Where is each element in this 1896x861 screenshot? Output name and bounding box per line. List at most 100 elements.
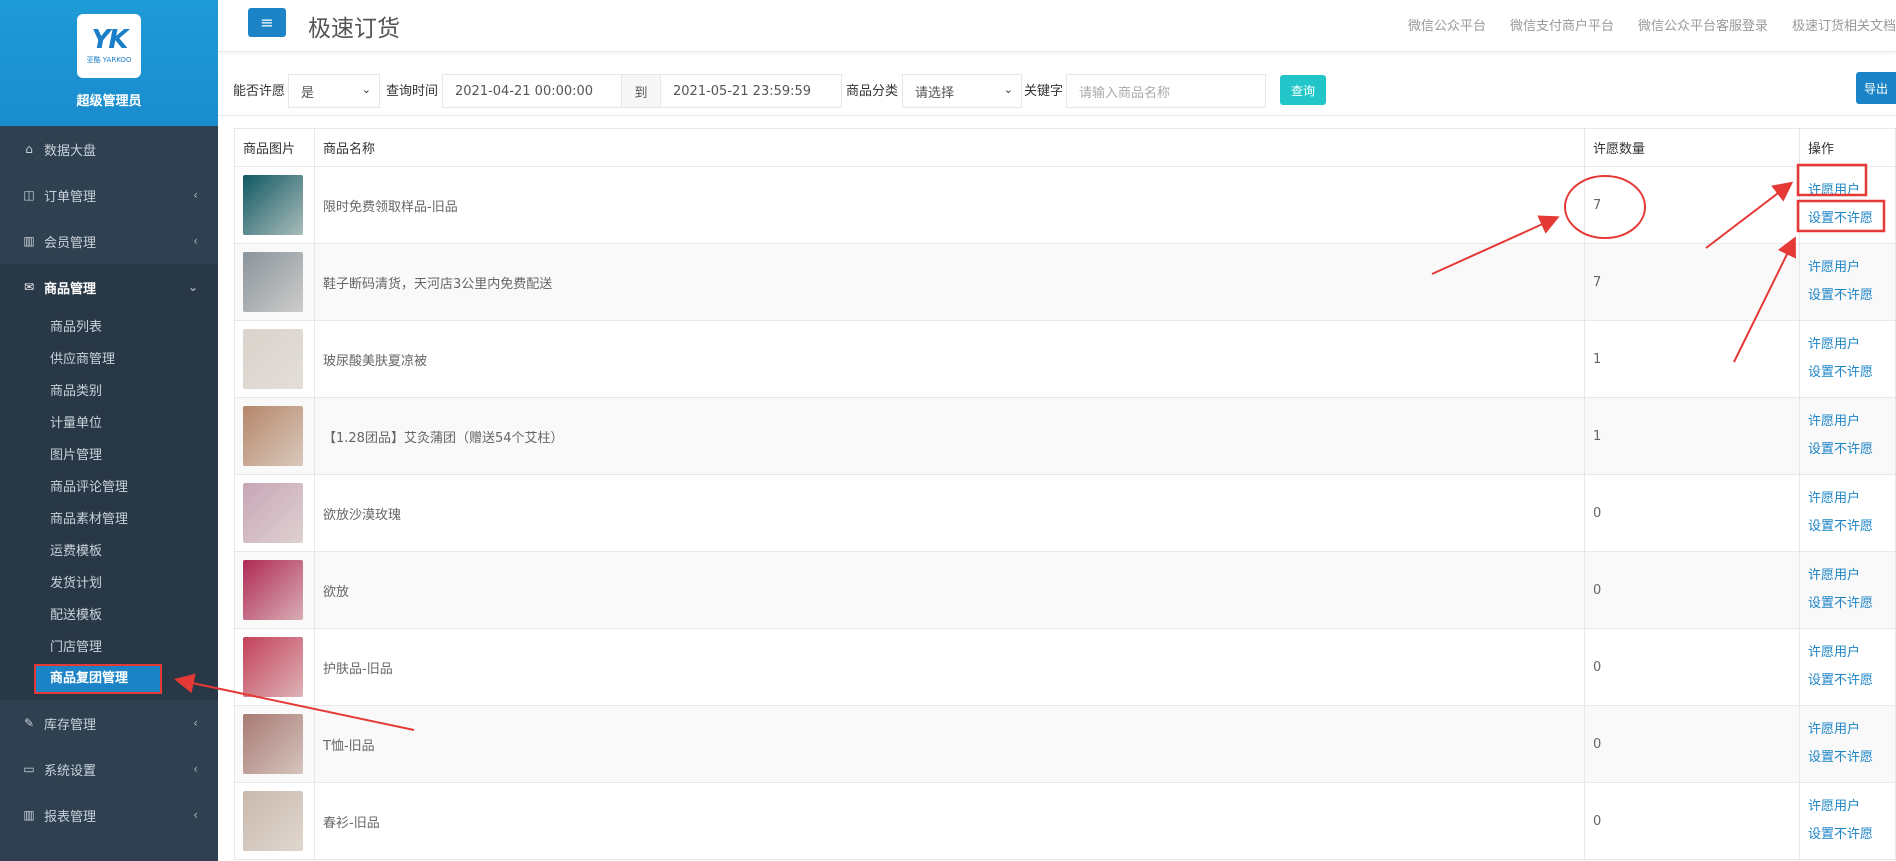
wish-users-link[interactable]: 许愿用户 bbox=[1808, 177, 1895, 205]
time-to-input[interactable]: 2021-05-21 23:59:59 bbox=[660, 74, 842, 108]
query-button[interactable]: 查询 bbox=[1280, 75, 1326, 105]
wish-count: 0 bbox=[1584, 628, 1800, 706]
disable-wish-link[interactable]: 设置不许愿 bbox=[1808, 821, 1895, 849]
sub-delivery-template[interactable]: 配送模板 bbox=[0, 600, 218, 632]
user-role: 超级管理员 bbox=[76, 94, 142, 109]
disable-wish-link[interactable]: 设置不许愿 bbox=[1808, 436, 1895, 464]
sub-reviews[interactable]: 商品评论管理 bbox=[0, 472, 218, 504]
nav-label: 报表管理 bbox=[44, 809, 97, 825]
export-button[interactable]: 导出 bbox=[1856, 72, 1896, 104]
wish-users-link[interactable]: 许愿用户 bbox=[1808, 562, 1895, 590]
wish-users-link[interactable]: 许愿用户 bbox=[1808, 331, 1895, 359]
link-wechat-platform[interactable]: 微信公众平台 bbox=[1408, 15, 1486, 34]
actions-cell: 许愿用户 设置不许愿 bbox=[1799, 551, 1896, 629]
category-label: 商品分类 bbox=[846, 84, 899, 99]
wish-users-link[interactable]: 许愿用户 bbox=[1808, 639, 1895, 667]
bar-chart-icon: ▥ bbox=[23, 234, 35, 248]
disable-wish-link[interactable]: 设置不许愿 bbox=[1808, 590, 1895, 618]
image-cell bbox=[234, 320, 315, 398]
actions-cell: 许愿用户 设置不许愿 bbox=[1799, 782, 1896, 860]
table-row: 玻尿酸美肤夏凉被 1 许愿用户 设置不许愿 bbox=[234, 320, 1896, 398]
keyword-input[interactable]: 请输入商品名称 bbox=[1066, 74, 1266, 108]
link-wechat-support[interactable]: 微信公众平台客服登录 bbox=[1638, 15, 1768, 34]
actions-cell: 许愿用户 设置不许愿 bbox=[1799, 243, 1896, 321]
disable-wish-link[interactable]: 设置不许愿 bbox=[1808, 513, 1895, 541]
wish-count: 7 bbox=[1584, 243, 1800, 321]
logo-mark: YK bbox=[91, 25, 129, 55]
product-name: 鞋子断码清货，天河店3公里内免费配送 bbox=[314, 243, 1585, 321]
disable-wish-link[interactable]: 设置不许愿 bbox=[1808, 744, 1895, 772]
disable-wish-link[interactable]: 设置不许愿 bbox=[1808, 359, 1895, 387]
disable-wish-link[interactable]: 设置不许愿 bbox=[1808, 667, 1895, 695]
sub-supplier[interactable]: 供应商管理 bbox=[0, 344, 218, 376]
product-name: T恤-旧品 bbox=[314, 705, 1585, 783]
sub-category[interactable]: 商品类别 bbox=[0, 376, 218, 408]
wish-users-link[interactable]: 许愿用户 bbox=[1808, 254, 1895, 282]
to-addon: 到 bbox=[621, 74, 661, 108]
product-thumbnail bbox=[243, 406, 303, 466]
product-name: 欲放沙漠玫瑰 bbox=[314, 474, 1585, 552]
category-select[interactable]: 请选择 ⌄ bbox=[902, 74, 1022, 108]
nav-orders[interactable]: ◫ 订单管理 ‹ bbox=[0, 172, 218, 218]
chevron-left-icon: ‹ bbox=[193, 808, 198, 822]
sub-regroup-management[interactable]: 商品复团管理 bbox=[34, 664, 162, 694]
sub-unit[interactable]: 计量单位 bbox=[0, 408, 218, 440]
image-cell bbox=[234, 782, 315, 860]
table-row: 护肤品-旧品 0 许愿用户 设置不许愿 bbox=[234, 628, 1896, 706]
wish-count: 0 bbox=[1584, 474, 1800, 552]
chevron-left-icon: ‹ bbox=[193, 716, 198, 730]
wish-users-link[interactable]: 许愿用户 bbox=[1808, 793, 1895, 821]
wish-users-link[interactable]: 许愿用户 bbox=[1808, 408, 1895, 436]
wish-users-link[interactable]: 许愿用户 bbox=[1808, 716, 1895, 744]
nav-reports[interactable]: ▥ 报表管理 ‹ bbox=[0, 792, 218, 838]
link-wechat-pay[interactable]: 微信支付商户平台 bbox=[1510, 15, 1614, 34]
sub-stores[interactable]: 门店管理 bbox=[0, 632, 218, 664]
sub-images[interactable]: 图片管理 bbox=[0, 440, 218, 472]
sub-materials[interactable]: 商品素材管理 bbox=[0, 504, 218, 536]
product-name: 【1.28团品】艾灸蒲团（赠送54个艾柱） bbox=[314, 397, 1585, 475]
nav-settings[interactable]: ▭ 系统设置 ‹ bbox=[0, 746, 218, 792]
product-thumbnail bbox=[243, 560, 303, 620]
actions-cell: 许愿用户 设置不许愿 bbox=[1799, 166, 1896, 244]
nav-inventory[interactable]: ✎ 库存管理 ‹ bbox=[0, 700, 218, 746]
table-row: 限时免费领取样品-旧品 7 许愿用户 设置不许愿 bbox=[234, 166, 1896, 244]
hamburger-icon: ≡ bbox=[260, 13, 274, 32]
wish-count: 0 bbox=[1584, 782, 1800, 860]
nav-members[interactable]: ▥ 会员管理 ‹ bbox=[0, 218, 218, 264]
product-name: 玻尿酸美肤夏凉被 bbox=[314, 320, 1585, 398]
time-from-value: 2021-04-21 00:00:00 bbox=[455, 83, 594, 99]
table-row: 【1.28团品】艾灸蒲团（赠送54个艾柱） 1 许愿用户 设置不许愿 bbox=[234, 397, 1896, 475]
product-name: 欲放 bbox=[314, 551, 1585, 629]
image-cell bbox=[234, 243, 315, 321]
table-row: 欲放沙漠玫瑰 0 许愿用户 设置不许愿 bbox=[234, 474, 1896, 552]
allow-value: 是 bbox=[301, 85, 315, 101]
nav-label: 商品管理 bbox=[44, 281, 97, 297]
table-row: T恤-旧品 0 许愿用户 设置不许愿 bbox=[234, 705, 1896, 783]
wish-users-link[interactable]: 许愿用户 bbox=[1808, 485, 1895, 513]
menu-toggle-button[interactable]: ≡ bbox=[248, 8, 286, 37]
col-count: 许愿数量 bbox=[1584, 128, 1800, 167]
table-row: 春衫-旧品 0 许愿用户 设置不许愿 bbox=[234, 782, 1896, 860]
columns-icon: ◫ bbox=[23, 188, 35, 202]
disable-wish-link[interactable]: 设置不许愿 bbox=[1808, 205, 1895, 233]
wish-count: 1 bbox=[1584, 397, 1800, 475]
nav-label: 数据大盘 bbox=[44, 143, 97, 159]
sub-delivery-plan[interactable]: 发货计划 bbox=[0, 568, 218, 600]
to-label: 到 bbox=[634, 85, 648, 101]
product-thumbnail bbox=[243, 175, 303, 235]
sub-shipping-template[interactable]: 运费模板 bbox=[0, 536, 218, 568]
allow-select[interactable]: 是 ⌄ bbox=[288, 74, 380, 108]
category-value: 请选择 bbox=[915, 85, 955, 101]
nav-label: 库存管理 bbox=[44, 717, 97, 733]
disable-wish-link[interactable]: 设置不许愿 bbox=[1808, 282, 1895, 310]
chevron-down-icon: ⌄ bbox=[361, 83, 371, 96]
nav-dashboard[interactable]: ⌂ 数据大盘 bbox=[0, 126, 218, 172]
desktop-icon: ▭ bbox=[23, 762, 35, 776]
time-from-input[interactable]: 2021-04-21 00:00:00 bbox=[442, 74, 622, 108]
link-docs[interactable]: 极速订货相关文档 bbox=[1792, 15, 1896, 34]
nav-products[interactable]: ✉ 商品管理 ⌄ bbox=[0, 264, 218, 310]
keyword-placeholder: 请输入商品名称 bbox=[1079, 85, 1171, 101]
home-icon: ⌂ bbox=[25, 142, 33, 156]
wish-count: 7 bbox=[1584, 166, 1800, 244]
sub-product-list[interactable]: 商品列表 bbox=[0, 312, 218, 344]
